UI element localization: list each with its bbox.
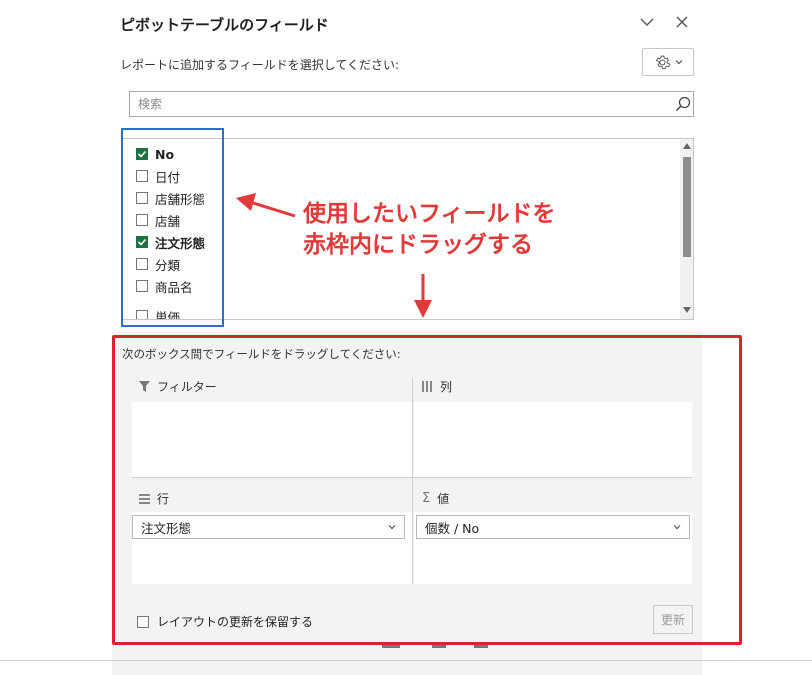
annotation-line-1: 使用したいフィールドを xyxy=(303,201,556,227)
annotation-line-2: 赤枠内にドラッグする xyxy=(303,232,533,258)
arrow-left-icon xyxy=(236,193,296,218)
annotation-text: 使用したいフィールドを 赤枠内にドラッグする xyxy=(303,199,556,261)
arrow-down-icon xyxy=(414,274,432,318)
annotation-arrows xyxy=(236,193,432,318)
